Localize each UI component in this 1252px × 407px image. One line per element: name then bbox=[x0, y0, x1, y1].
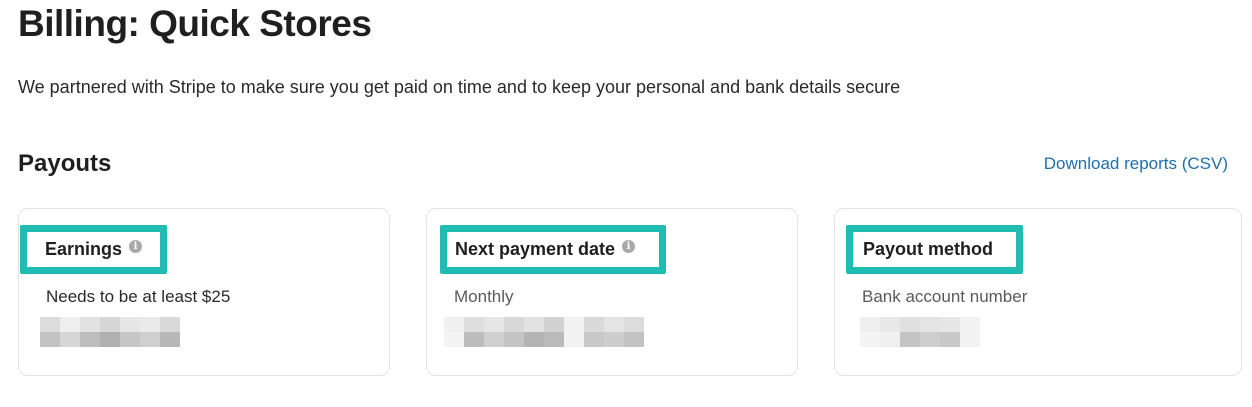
next-payment-label-box: Next payment date i bbox=[440, 225, 666, 274]
info-icon[interactable]: i bbox=[129, 240, 143, 253]
earnings-label-box: Earnings i bbox=[20, 225, 167, 274]
payout-method-label: Payout method bbox=[863, 239, 994, 259]
next-payment-label: Next payment date bbox=[455, 239, 616, 259]
page-subtitle: We partnered with Stripe to make sure yo… bbox=[18, 77, 901, 97]
download-reports-link[interactable]: Download reports (CSV) bbox=[1044, 154, 1228, 174]
earnings-label: Earnings bbox=[45, 239, 123, 259]
earnings-card: Earnings i Needs to be at least $25 bbox=[18, 208, 390, 376]
next-payment-redacted-value bbox=[444, 317, 644, 347]
payout-method-redacted-value bbox=[860, 317, 980, 347]
next-payment-description: Monthly bbox=[454, 287, 514, 306]
next-payment-card: Next payment date i Monthly bbox=[426, 208, 798, 376]
earnings-redacted-value bbox=[40, 317, 180, 347]
info-icon[interactable]: i bbox=[622, 240, 636, 253]
payout-method-description: Bank account number bbox=[862, 287, 1028, 306]
payout-method-card: Payout method Bank account number bbox=[834, 208, 1242, 376]
payouts-section-title: Payouts bbox=[18, 150, 112, 177]
earnings-description: Needs to be at least $25 bbox=[46, 287, 231, 306]
page-title: Billing: Quick Stores bbox=[18, 3, 372, 44]
payout-method-label-box: Payout method bbox=[846, 225, 1023, 274]
